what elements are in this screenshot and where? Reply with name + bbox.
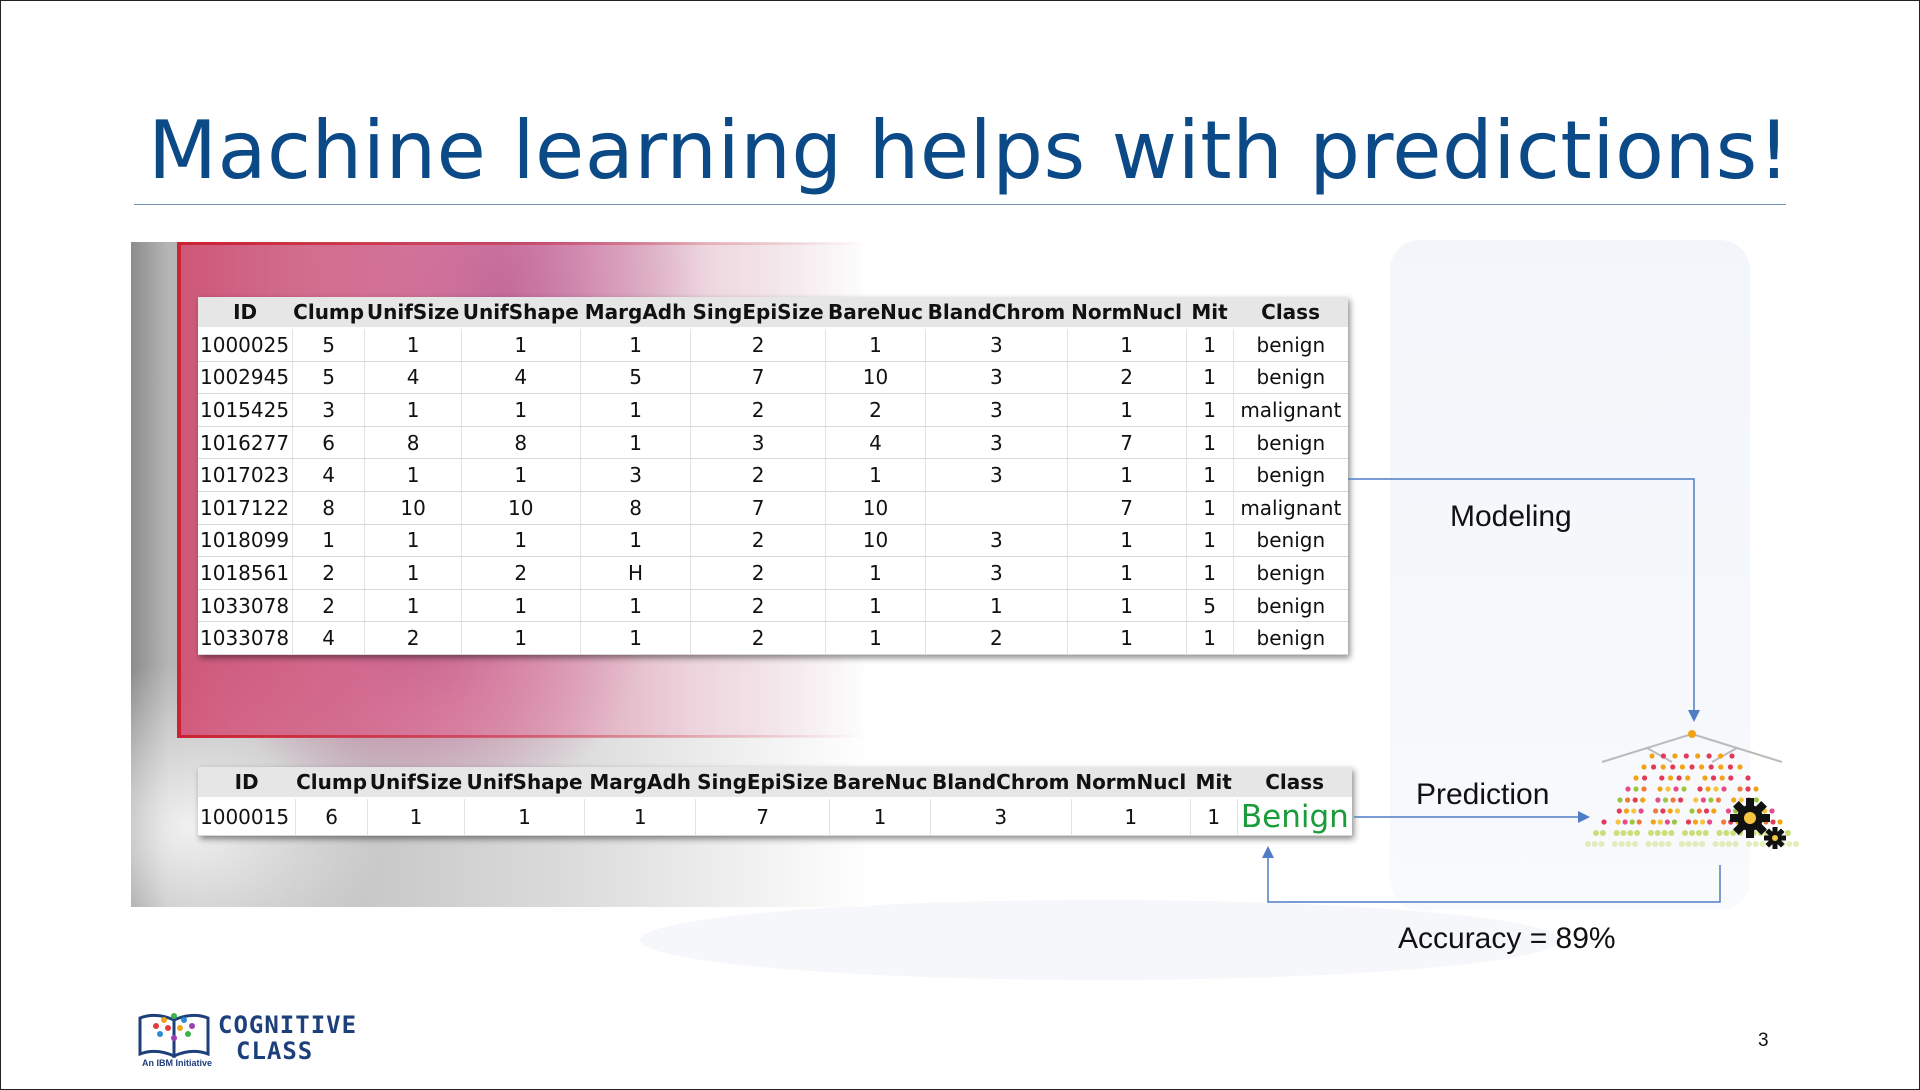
page-number: 3	[1758, 1030, 1769, 1051]
gear-icon	[1730, 798, 1786, 849]
accuracy-label: Accuracy = 89%	[1398, 922, 1616, 955]
decision-tree-icon	[1585, 730, 1799, 847]
book-logo-icon	[138, 1013, 210, 1059]
prediction-label: Prediction	[1416, 778, 1550, 811]
accuracy-feedback-arrow	[1262, 846, 1721, 903]
flow-arrows	[1262, 478, 1799, 903]
logo-line-1: COGNITIVE	[218, 1011, 358, 1039]
modeling-label: Modeling	[1450, 500, 1572, 533]
cognitive-class-logo: COGNITIVE CLASS An IBM Initiative	[136, 1010, 356, 1072]
logo-tagline: An IBM Initiative	[142, 1058, 213, 1068]
logo-line-2: CLASS	[236, 1037, 314, 1065]
